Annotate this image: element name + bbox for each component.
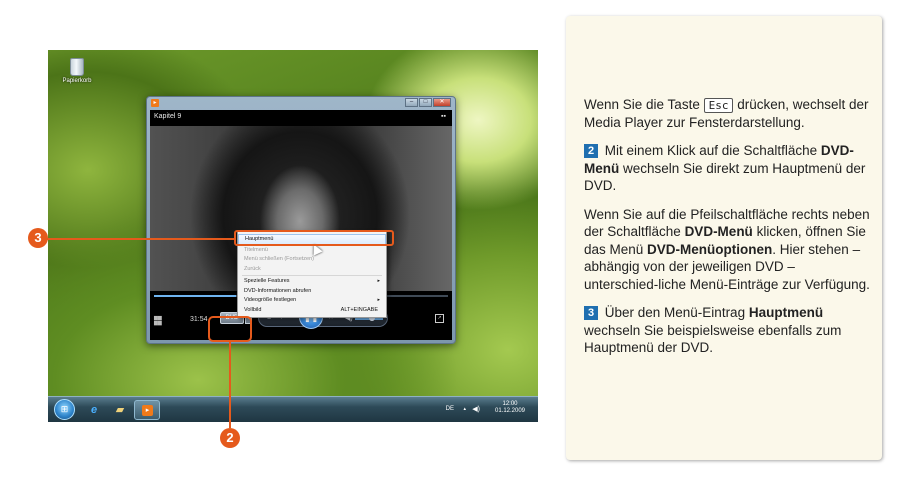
paragraph-esc: Wenn Sie die Taste Esc drücken, wechselt… bbox=[584, 96, 870, 131]
dvd-arrow-highlight-frame bbox=[208, 316, 252, 342]
tray-expand-icon[interactable]: ▴ bbox=[463, 406, 466, 412]
recycle-bin-label: Papierkorb bbox=[62, 78, 92, 84]
minimize-button[interactable]: – bbox=[405, 98, 418, 107]
bold-term: Hauptmenü bbox=[748, 305, 824, 320]
menu-item[interactable]: Spezielle Features ▸ bbox=[238, 277, 386, 287]
esc-key: Esc bbox=[703, 98, 734, 113]
window-controls: – □ ✕ bbox=[405, 98, 451, 107]
menu-item[interactable]: Videogröße festlegen ▸ bbox=[238, 296, 386, 306]
step-3-badge: 3 bbox=[584, 306, 598, 320]
menu-item-label: Vollbild bbox=[244, 306, 262, 313]
switch-view-icon[interactable]: ▪▪ bbox=[441, 113, 446, 120]
chapter-title: Kapitel 9 bbox=[154, 113, 182, 120]
step-2-badge: 2 bbox=[584, 144, 598, 158]
text-span: Wenn Sie die Taste bbox=[584, 97, 704, 112]
switch-to-library-icon[interactable]: ↗ bbox=[435, 314, 444, 323]
clock-date: 01.12.2009 bbox=[494, 408, 526, 414]
menu-item[interactable]: Vollbild ALT+EINGABE bbox=[238, 306, 386, 316]
callout-2-line bbox=[229, 342, 231, 428]
menu-item-label: Titelmenü bbox=[244, 246, 268, 253]
menu-item-shortcut: ALT+EINGABE bbox=[340, 306, 378, 313]
menu-item-label: Menü schließen (Fortsetzen) bbox=[244, 256, 314, 262]
submenu-arrow-icon: ▸ bbox=[377, 297, 380, 303]
elapsed-time: 31:54 bbox=[190, 316, 208, 323]
clock-time: 12:00 bbox=[502, 401, 518, 407]
submenu-arrow-icon: ▸ bbox=[377, 278, 380, 284]
bold-term: DVD-Menü bbox=[684, 224, 753, 239]
text-span: wechseln Sie beispielsweise ebenfalls zu… bbox=[584, 322, 842, 356]
taskbar: ⊞ e ▰ ▸ DE ▴ ◀) 12:00 01.12.2009 bbox=[48, 396, 538, 422]
media-player-icon: ▸ bbox=[142, 405, 153, 416]
close-button[interactable]: ✕ bbox=[433, 98, 451, 107]
recycle-bin[interactable]: Papierkorb bbox=[62, 58, 92, 84]
text-span: wechseln Sie direkt zum Hauptmenü der DV… bbox=[584, 160, 866, 194]
text-span: Über den Menü-Eintrag bbox=[601, 305, 749, 320]
menu-item[interactable]: DVD-Informationen abrufen bbox=[238, 287, 386, 297]
callout-2-badge: 2 bbox=[220, 428, 240, 448]
window-caption[interactable]: ▸ – □ ✕ bbox=[147, 97, 455, 109]
menu-item-label: Spezielle Features bbox=[244, 278, 290, 284]
volume-slider[interactable] bbox=[355, 315, 383, 321]
menu-item: Menü schließen (Fortsetzen) bbox=[238, 255, 386, 265]
maximize-button[interactable]: □ bbox=[419, 98, 432, 107]
bold-term: DVD-Menüoptionen bbox=[647, 241, 773, 257]
hauptmenu-highlight-frame bbox=[234, 230, 394, 246]
explorer-folder-icon[interactable]: ▰ bbox=[112, 402, 128, 418]
language-indicator[interactable]: DE bbox=[446, 406, 454, 412]
paragraph-step-3: 3 Über den Menü-Eintrag Hauptmenü wechse… bbox=[584, 304, 870, 357]
text-span: Mit einem Klick auf die Schaltfläche bbox=[601, 143, 821, 158]
menu-item-label: Zurück bbox=[244, 265, 261, 272]
menu-item-label: Videogröße festlegen bbox=[244, 297, 297, 303]
speaker-icon[interactable]: ◀) bbox=[472, 405, 480, 413]
menu-separator bbox=[242, 275, 382, 276]
media-player-icon: ▸ bbox=[151, 99, 159, 107]
clock[interactable]: 12:00 01.12.2009 bbox=[490, 401, 530, 415]
taskbar-media-player-button[interactable]: ▸ bbox=[134, 400, 160, 420]
internet-explorer-icon[interactable]: e bbox=[86, 402, 102, 418]
start-button[interactable]: ⊞ bbox=[54, 399, 75, 420]
callout-3-line bbox=[44, 238, 234, 240]
instruction-card: Wenn Sie die Taste Esc drücken, wechselt… bbox=[566, 16, 882, 460]
menu-item: Zurück bbox=[238, 265, 386, 275]
callout-3-badge: 3 bbox=[28, 228, 48, 248]
paragraph-menu-options: Wenn Sie auf die Pfeilschaltfläche recht… bbox=[584, 206, 870, 294]
menu-item-label: DVD-Informationen abrufen bbox=[244, 287, 312, 294]
paragraph-step-2: 2 Mit einem Klick auf die Schaltfläche D… bbox=[584, 142, 870, 195]
instruction-text: Wenn Sie die Taste Esc drücken, wechselt… bbox=[584, 96, 870, 368]
recycle-bin-icon bbox=[70, 58, 84, 76]
dolby-logo-icon: ▆▆ ▆▆ bbox=[154, 315, 162, 326]
